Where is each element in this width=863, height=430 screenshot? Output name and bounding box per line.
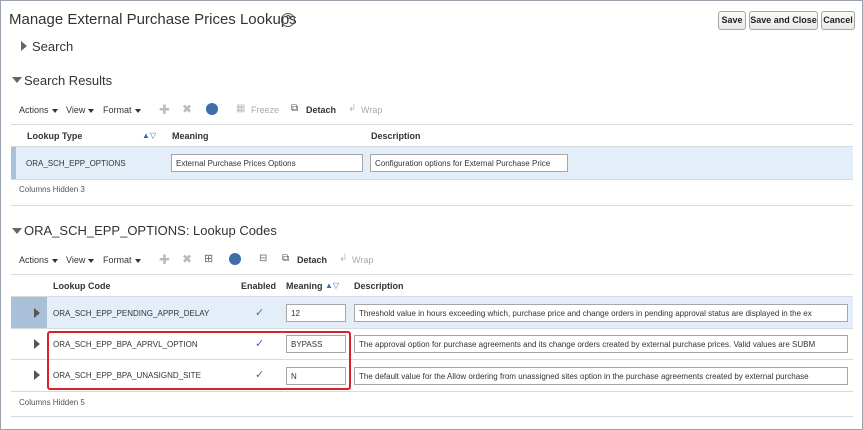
- delete-icon[interactable]: ✖: [182, 102, 192, 116]
- wrap-button[interactable]: Wrap: [352, 255, 373, 265]
- view-label: View: [66, 105, 86, 115]
- detach-button[interactable]: Detach: [297, 255, 327, 265]
- actions-menu[interactable]: Actions: [19, 105, 58, 115]
- view-menu[interactable]: View: [66, 255, 95, 265]
- help-icon[interactable]: ?: [281, 13, 295, 27]
- row-selector[interactable]: [11, 297, 47, 328]
- meaning-input[interactable]: External Purchase Prices Options: [171, 154, 363, 172]
- chevron-down-icon: [51, 258, 58, 263]
- divider: [11, 391, 853, 392]
- expand-row-icon[interactable]: [34, 370, 40, 380]
- description-input[interactable]: The default value for the Allow ordering…: [354, 367, 848, 385]
- view-menu[interactable]: View: [66, 105, 95, 115]
- description-input[interactable]: The approval option for purchase agreeme…: [354, 335, 848, 353]
- expand-search-icon[interactable]: [21, 41, 27, 51]
- column-header-meaning[interactable]: Meaning: [286, 281, 323, 291]
- enabled-check-icon[interactable]: ✓: [255, 306, 264, 319]
- expand-row-icon[interactable]: [34, 339, 40, 349]
- add-icon[interactable]: ✚: [159, 102, 170, 118]
- format-menu[interactable]: Format: [103, 105, 141, 115]
- columns-hidden-count: 3: [80, 185, 85, 194]
- export-icon[interactable]: ⊞: [204, 252, 213, 265]
- expand-row-icon[interactable]: [34, 308, 40, 318]
- divider: [11, 274, 853, 275]
- save-button[interactable]: Save: [718, 11, 746, 30]
- chevron-down-icon: [88, 258, 95, 263]
- collapse-results-icon[interactable]: [12, 77, 22, 83]
- delete-icon[interactable]: ✖: [182, 252, 192, 266]
- columns-hidden-label: Columns Hidden 3: [19, 185, 85, 194]
- format-label: Format: [103, 105, 132, 115]
- actions-label: Actions: [19, 255, 49, 265]
- globe-icon[interactable]: [229, 253, 241, 265]
- column-header-description[interactable]: Description: [354, 281, 404, 291]
- freeze-icon[interactable]: ⊟: [259, 253, 267, 264]
- view-label: View: [66, 255, 86, 265]
- wrap-icon: ↲: [339, 253, 348, 264]
- globe-icon[interactable]: [206, 103, 218, 115]
- columns-hidden-text: Columns Hidden: [19, 185, 79, 194]
- save-and-close-button[interactable]: Save and Close: [749, 11, 818, 30]
- lookup-code-cell: ORA_SCH_EPP_PENDING_APPR_DELAY: [53, 309, 210, 318]
- column-header-meaning[interactable]: Meaning: [172, 131, 209, 141]
- sort-icon[interactable]: ▲▽: [325, 281, 339, 290]
- chevron-down-icon: [134, 258, 141, 263]
- columns-hidden-text: Columns Hidden: [19, 398, 79, 407]
- detach-icon: ⧉: [291, 103, 299, 114]
- sort-icon[interactable]: ▲▽: [142, 131, 156, 140]
- search-section-label[interactable]: Search: [32, 39, 73, 54]
- chevron-down-icon: [88, 108, 95, 113]
- format-label: Format: [103, 255, 132, 265]
- description-input[interactable]: Threshold value in hours exceeding which…: [354, 304, 848, 322]
- actions-label: Actions: [19, 105, 49, 115]
- description-input[interactable]: Configuration options for External Purch…: [370, 154, 568, 172]
- search-results-title: Search Results: [24, 73, 113, 88]
- meaning-input[interactable]: 12: [286, 304, 346, 322]
- highlight-box: [47, 331, 351, 390]
- actions-menu[interactable]: Actions: [19, 255, 58, 265]
- divider: [11, 205, 853, 206]
- row-selector[interactable]: [11, 147, 16, 179]
- wrap-button[interactable]: Wrap: [361, 105, 382, 115]
- chevron-down-icon: [134, 108, 141, 113]
- chevron-down-icon: [51, 108, 58, 113]
- freeze-button[interactable]: Freeze: [251, 105, 279, 115]
- columns-hidden-label: Columns Hidden 5: [19, 398, 85, 407]
- collapse-codes-icon[interactable]: [12, 228, 22, 234]
- column-header-lookup-code[interactable]: Lookup Code: [53, 281, 111, 291]
- divider: [11, 124, 853, 125]
- columns-hidden-count: 5: [80, 398, 85, 407]
- divider: [11, 416, 853, 417]
- cancel-button[interactable]: Cancel: [821, 11, 855, 30]
- column-header-enabled[interactable]: Enabled: [241, 281, 276, 291]
- add-icon[interactable]: ✚: [159, 252, 170, 268]
- column-header-lookup-type[interactable]: Lookup Type: [27, 131, 82, 141]
- divider: [11, 328, 853, 329]
- lookup-codes-title: ORA_SCH_EPP_OPTIONS: Lookup Codes: [24, 223, 277, 238]
- detach-icon: ⧉: [282, 253, 290, 264]
- lookup-type-cell: ORA_SCH_EPP_OPTIONS: [26, 159, 126, 168]
- divider: [11, 179, 853, 180]
- column-header-description[interactable]: Description: [371, 131, 421, 141]
- wrap-icon: ↲: [348, 103, 357, 114]
- detach-button[interactable]: Detach: [306, 105, 336, 115]
- freeze-icon: ▦: [236, 103, 246, 114]
- page-title: Manage External Purchase Prices Lookups: [9, 11, 297, 28]
- format-menu[interactable]: Format: [103, 255, 141, 265]
